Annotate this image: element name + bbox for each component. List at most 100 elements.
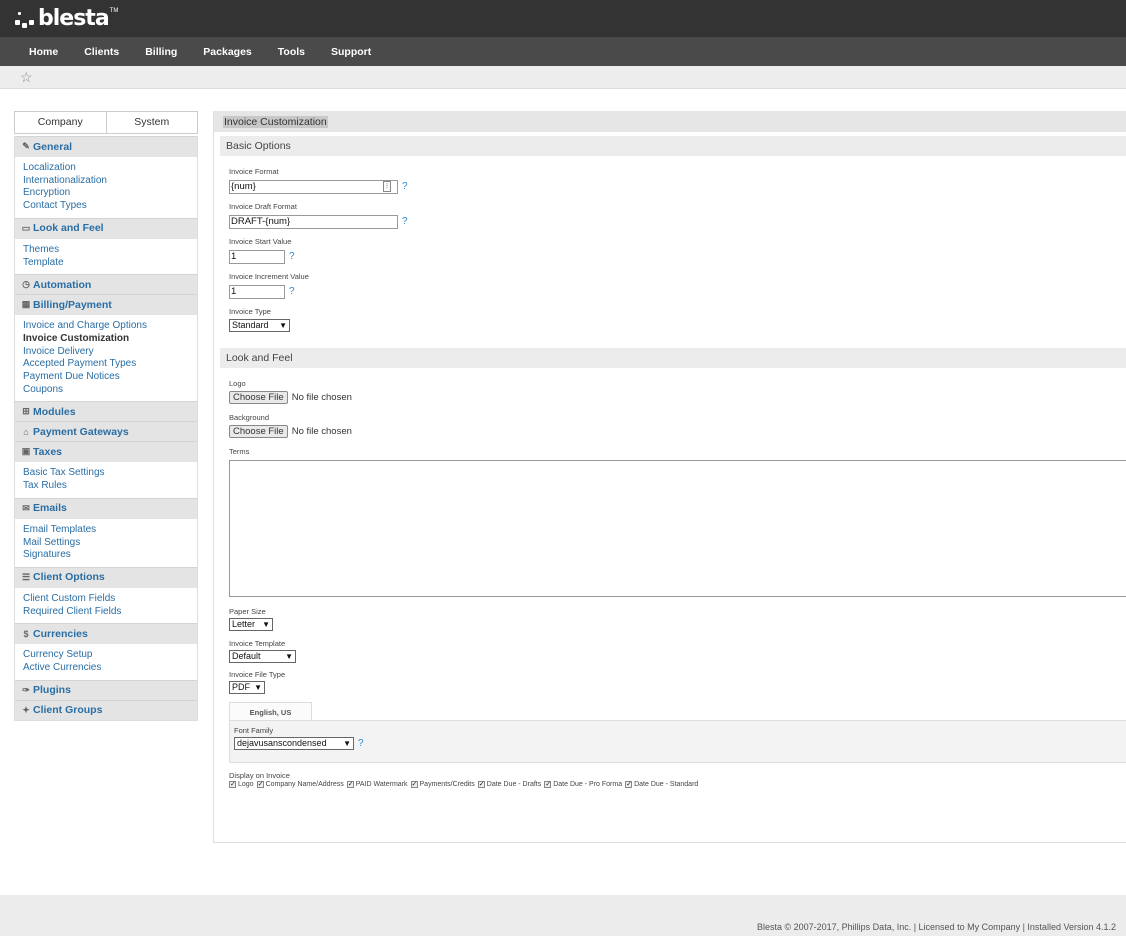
invoice-type-label: Invoice Type: [229, 307, 271, 316]
sidebar-section-look-and-feel[interactable]: ▭ Look and Feel: [15, 217, 197, 238]
font-family-label: Font Family: [234, 726, 274, 735]
sidebar-section-client-options[interactable]: ☰ Client Options: [15, 566, 197, 587]
sitemap-icon: ⊞: [22, 406, 30, 417]
sidebar-item-invoice-and-charge-options[interactable]: Invoice and Charge Options: [23, 320, 197, 333]
nav-clients[interactable]: Clients: [71, 46, 132, 58]
invoice-start-value-help-icon[interactable]: ?: [289, 251, 295, 262]
sidebar-menu: ✎ General Localization Internationalization…: [14, 136, 198, 721]
calculator-icon: ▦: [21, 299, 31, 310]
sidebar-item-coupons[interactable]: Coupons: [23, 384, 197, 397]
sidebar-section-modules[interactable]: ⊞ Modules: [15, 401, 197, 422]
paper-size-label: Paper Size: [229, 607, 266, 616]
nav-home[interactable]: Home: [16, 46, 71, 58]
invoice-increment-value-help-icon[interactable]: ?: [289, 286, 295, 297]
checkbox-paid-watermark[interactable]: ✓: [346, 781, 354, 788]
sidebar-item-email-templates[interactable]: Email Templates: [23, 524, 197, 537]
language-tab[interactable]: English, US: [229, 702, 312, 721]
sidebar-item-mail-settings[interactable]: Mail Settings: [23, 537, 197, 550]
sidebar-section-title: Currencies: [33, 627, 88, 640]
sidebar-item-signatures[interactable]: Signatures: [23, 549, 197, 562]
nav-tools[interactable]: Tools: [265, 46, 318, 58]
sidebar-item-payment-due-notices[interactable]: Payment Due Notices: [23, 371, 197, 384]
logo-trademark: TM: [109, 8, 119, 14]
checkbox-company-name-address[interactable]: ✓: [256, 781, 264, 788]
logo-mark-icon: [14, 7, 36, 29]
sidebar-item-invoice-delivery[interactable]: Invoice Delivery: [23, 346, 197, 359]
terms-textarea[interactable]: [229, 460, 1126, 597]
sidebar-section-title: Client Groups: [33, 704, 103, 717]
checkbox-label: Logo: [238, 781, 254, 788]
sidebar-section-plugins[interactable]: ✑ Plugins: [15, 679, 197, 700]
sidebar-section-general[interactable]: ✎ General: [15, 136, 197, 156]
sidebar-item-invoice-customization[interactable]: Invoice Customization: [23, 333, 197, 346]
sidebar-item-internationalization[interactable]: Internationalization: [23, 175, 197, 188]
logo-file-input: Choose File No file chosen: [229, 391, 352, 404]
font-family-select[interactable]: dejavusanscondensed ▼: [234, 737, 354, 750]
sidebar-item-required-client-fields[interactable]: Required Client Fields: [23, 606, 197, 619]
invoice-draft-format-input[interactable]: DRAFT-{num}: [229, 215, 398, 229]
chevron-down-icon: ▼: [285, 652, 293, 661]
sidebar-section-title: Look and Feel: [33, 222, 104, 235]
chevron-down-icon: ▼: [254, 683, 262, 692]
sidebar-section-automation[interactable]: ◷ Automation: [15, 274, 197, 295]
blesta-logo[interactable]: blesta TM: [14, 4, 118, 32]
sidebar-item-currency-setup[interactable]: Currency Setup: [23, 649, 197, 662]
sidebar-section-currencies[interactable]: $ Currencies: [15, 623, 197, 644]
nav-support[interactable]: Support: [318, 46, 384, 58]
settings-sidebar: Company System ✎ General Localization Inter…: [14, 111, 198, 721]
sidebar-section-title: Plugins: [33, 684, 71, 697]
sidebar-links-client-options: Client Custom Fields Required Client Fiel…: [15, 586, 197, 624]
sidebar-section-billing-payment[interactable]: ▦ Billing/Payment: [15, 294, 197, 315]
sidebar-item-accepted-payment-types[interactable]: Accepted Payment Types: [23, 358, 197, 371]
invoice-file-type-select[interactable]: PDF ▼: [229, 681, 265, 694]
checkbox-date-due-pro-forma[interactable]: ✓: [544, 781, 552, 788]
checkbox-date-due-drafts[interactable]: ✓: [477, 781, 485, 788]
invoice-draft-format-label: Invoice Draft Format: [229, 202, 297, 211]
checkbox-label: Date Due - Drafts: [486, 781, 542, 788]
invoice-increment-value-label: Invoice Increment Value: [229, 272, 309, 281]
sidebar-item-localization[interactable]: Localization: [23, 162, 197, 175]
checkbox-logo[interactable]: ✓: [229, 781, 236, 788]
invoice-type-select[interactable]: Standard ▼: [229, 319, 290, 332]
nav-packages[interactable]: Packages: [190, 46, 264, 58]
invoice-start-value-input[interactable]: 1: [229, 250, 285, 264]
tab-company[interactable]: Company: [15, 112, 106, 133]
background-choose-file-button[interactable]: Choose File: [229, 425, 288, 438]
sliders-icon: ☰: [21, 571, 31, 582]
sidebar-item-contact-types[interactable]: Contact Types: [23, 200, 197, 213]
sidebar-item-active-currencies[interactable]: Active Currencies: [23, 662, 197, 675]
font-family-help-icon[interactable]: ?: [358, 738, 364, 749]
invoice-draft-format-help-icon[interactable]: ?: [402, 216, 408, 227]
checkbox-payments-credits[interactable]: ✓: [410, 781, 418, 788]
sidebar-item-basic-tax-settings[interactable]: Basic Tax Settings: [23, 467, 197, 480]
invoice-increment-value-input[interactable]: 1: [229, 285, 285, 299]
sidebar-item-themes[interactable]: Themes: [23, 244, 197, 257]
checkbox-label: Date Due - Standard: [634, 781, 699, 788]
sidebar-item-encryption[interactable]: Encryption: [23, 187, 197, 200]
paper-size-value: Letter: [232, 619, 256, 629]
sidebar-section-taxes[interactable]: ▣ Taxes: [15, 441, 197, 462]
sidebar-section-title: Emails: [33, 502, 67, 515]
field-menu-icon[interactable]: ⁝: [383, 181, 391, 192]
invoice-format-help-icon[interactable]: ?: [402, 181, 408, 192]
star-icon[interactable]: ☆: [20, 69, 33, 85]
logo-choose-file-button[interactable]: Choose File: [229, 391, 288, 404]
sidebar-item-template[interactable]: Template: [23, 257, 197, 270]
page-title-bar: Invoice Customization: [214, 111, 1126, 132]
paper-size-select[interactable]: Letter ▼: [229, 618, 273, 631]
invoice-template-select[interactable]: Default ▼: [229, 650, 296, 663]
sidebar-item-tax-rules[interactable]: Tax Rules: [23, 480, 197, 493]
dollar-icon: $: [23, 628, 29, 639]
invoice-format-input[interactable]: {num}: [229, 180, 398, 194]
sidebar-section-client-groups[interactable]: ✦ Client Groups: [15, 699, 197, 720]
sidebar-section-title: Client Options: [33, 571, 105, 584]
tab-system[interactable]: System: [105, 112, 198, 133]
sidebar-links-emails: Email Templates Mail Settings Signatures: [15, 517, 197, 567]
invoice-template-label: Invoice Template: [229, 639, 286, 648]
sidebar-item-client-custom-fields[interactable]: Client Custom Fields: [23, 593, 197, 606]
sidebar-section-payment-gateways[interactable]: ⌂ Payment Gateways: [15, 421, 197, 442]
nav-billing[interactable]: Billing: [132, 46, 190, 58]
sidebar-section-emails[interactable]: ✉ Emails: [15, 497, 197, 518]
chevron-down-icon: ▼: [279, 321, 287, 330]
checkbox-date-due-standard[interactable]: ✓: [625, 781, 633, 788]
